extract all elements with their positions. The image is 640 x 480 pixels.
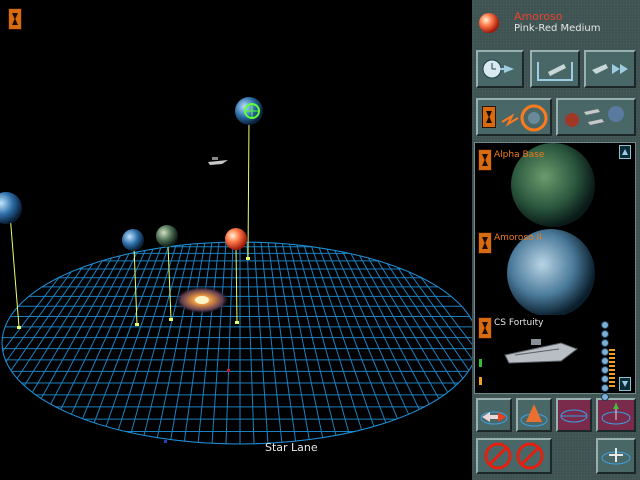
grid-line — [211, 242, 227, 444]
grid-line — [288, 242, 339, 444]
grid-line — [316, 242, 395, 444]
grid-line — [2, 242, 87, 444]
cone-grid-button[interactable] — [516, 398, 552, 432]
fleet-planets-button[interactable] — [556, 98, 636, 136]
hourglass-icon — [478, 232, 492, 254]
list-item-label: CS Fortuity — [494, 318, 544, 328]
galaxy-scene[interactable] — [0, 0, 472, 480]
grid-magenta-icon — [560, 409, 588, 423]
planet-icon[interactable] — [122, 229, 144, 251]
grid-line — [337, 242, 437, 444]
pip — [601, 321, 609, 329]
grid-line — [323, 242, 409, 444]
no-move-icon — [484, 442, 544, 470]
health-bar — [479, 359, 482, 367]
grid-line — [85, 242, 164, 444]
ship-launch-icon — [537, 62, 573, 81]
grid-line — [197, 242, 220, 444]
ship-cs-fortuity-icon — [504, 339, 579, 364]
selected-object-header: Amoroso Pink-Red Medium — [472, 0, 640, 40]
grid-line — [372, 242, 472, 444]
orbit-target-button[interactable] — [476, 98, 552, 136]
hourglass-icon — [478, 317, 492, 339]
scroll-down-arrow[interactable] — [619, 377, 631, 391]
arrows-grid-icon — [480, 411, 508, 425]
grid-line — [183, 242, 213, 444]
marker — [227, 369, 230, 372]
galaxy-center — [195, 296, 209, 304]
pip — [601, 339, 609, 347]
fuel-bar — [479, 377, 482, 385]
grid-line — [155, 242, 199, 444]
orbit-target-icon — [501, 104, 548, 132]
marker — [164, 440, 167, 443]
planet-icon[interactable] — [0, 192, 22, 224]
fleet-planets-icon — [565, 106, 624, 127]
pip — [601, 393, 609, 401]
list-item[interactable]: Amoroso II — [475, 227, 615, 315]
grid-line — [71, 242, 157, 444]
list-item-label: Alpha Base — [494, 150, 545, 160]
axis-grid-icon — [601, 403, 631, 425]
grid-line — [141, 242, 192, 444]
add-grid-icon — [601, 448, 631, 465]
galaxy-viewport[interactable]: Star Lane — [0, 0, 472, 480]
grid-line — [225, 242, 234, 444]
pip — [601, 375, 609, 383]
pip — [601, 366, 609, 374]
pip — [601, 357, 609, 365]
star-lane-label: Star Lane — [265, 441, 318, 454]
fleet-fast-button[interactable] — [584, 50, 636, 88]
grid-line — [358, 242, 472, 444]
grid-line — [113, 242, 178, 444]
clock-arrow-button[interactable] — [476, 50, 524, 88]
grid-line — [344, 242, 451, 444]
axis-grid-button[interactable] — [596, 398, 636, 432]
selected-star-icon — [479, 13, 499, 33]
object-list[interactable]: Alpha Base Amoroso II CS Fortuity — [474, 142, 636, 401]
star-amoroso-icon[interactable] — [225, 228, 247, 250]
grid-line — [379, 242, 472, 444]
list-item[interactable]: Alpha Base — [475, 143, 615, 229]
grid-line — [29, 242, 136, 444]
ship-launch-button[interactable] — [530, 50, 580, 88]
grid-line — [267, 242, 297, 444]
hourglass-icon — [482, 106, 496, 128]
pip — [601, 330, 609, 338]
pip — [601, 384, 609, 392]
clock-arrow-icon — [482, 59, 514, 79]
grid-line — [253, 242, 269, 444]
selected-type: Pink-Red Medium — [514, 23, 601, 34]
grid-line — [246, 242, 255, 444]
ship-icon[interactable] — [208, 157, 228, 165]
fleet-fast-icon — [592, 64, 628, 74]
grid-line — [2, 242, 115, 444]
list-item[interactable]: CS Fortuity — [475, 315, 615, 401]
arrows-grid-button[interactable] — [476, 398, 512, 432]
grid-line — [2, 242, 108, 444]
grid-line — [281, 242, 325, 444]
grid-line — [302, 242, 367, 444]
add-grid-button[interactable] — [596, 438, 636, 474]
grid-line — [43, 242, 143, 444]
hourglass-icon — [478, 149, 492, 171]
list-item-label: Amoroso II — [494, 233, 542, 243]
scroll-up-arrow[interactable] — [619, 145, 631, 159]
planet-icon[interactable] — [156, 225, 178, 247]
cone-grid-icon — [520, 404, 548, 427]
no-move-button[interactable] — [476, 438, 552, 474]
ship-gauge — [609, 349, 615, 389]
pip — [601, 348, 609, 356]
grid-magenta-button[interactable] — [556, 398, 592, 432]
grid-line — [260, 242, 283, 444]
selected-name: Amoroso — [514, 10, 563, 23]
